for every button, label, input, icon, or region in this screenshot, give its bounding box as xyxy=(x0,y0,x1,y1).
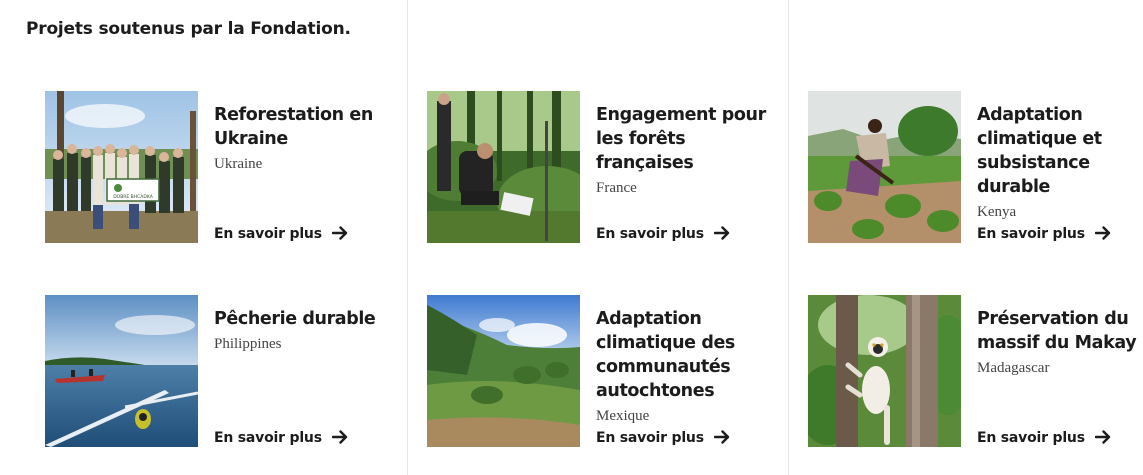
learn-more-link[interactable]: En savoir plus xyxy=(596,430,730,448)
section-title: Projets soutenus par la Fondation. xyxy=(26,19,351,39)
lemur-tree-image xyxy=(808,295,961,447)
hillside-landscape-image xyxy=(427,295,580,447)
learn-more-link[interactable]: En savoir plus xyxy=(214,226,348,244)
project-image-philippines[interactable] xyxy=(45,295,198,447)
project-country: Mexique xyxy=(596,408,650,424)
project-title: Engagement pour les forêts françaises xyxy=(596,105,766,173)
arrow-right-icon xyxy=(331,226,348,244)
banner-text: DOBRE BHCADKA xyxy=(113,194,154,200)
project-card-ukraine: DOBRE BHCADKA Reforestation en Ukraine U… xyxy=(45,91,385,246)
project-image-kenya[interactable] xyxy=(808,91,961,243)
learn-more-link[interactable]: En savoir plus xyxy=(596,226,730,244)
project-title: Pêcherie durable xyxy=(214,309,376,329)
project-title: Adaptation climatique des communautés au… xyxy=(596,309,735,401)
learn-more-link[interactable]: En savoir plus xyxy=(977,226,1111,244)
column-divider xyxy=(788,0,789,475)
arrow-right-icon xyxy=(713,226,730,244)
project-card-kenya: Adaptation climatique et subsistance dur… xyxy=(808,91,1143,246)
learn-more-label: En savoir plus xyxy=(596,226,704,242)
learn-more-link[interactable]: En savoir plus xyxy=(977,430,1111,448)
project-country: Philippines xyxy=(214,336,282,352)
project-title: Préservation du massif du Makay xyxy=(977,309,1137,353)
learn-more-label: En savoir plus xyxy=(214,430,322,446)
project-country: Ukraine xyxy=(214,156,263,172)
learn-more-label: En savoir plus xyxy=(977,430,1085,446)
arrow-right-icon xyxy=(1094,226,1111,244)
learn-more-link[interactable]: En savoir plus xyxy=(214,430,348,448)
group-photo-image: DOBRE BHCADKA xyxy=(45,91,198,243)
learn-more-label: En savoir plus xyxy=(977,226,1085,242)
project-card-france: Engagement pour les forêts françaises Fr… xyxy=(427,91,767,246)
fishing-boat-image xyxy=(45,295,198,447)
project-country: France xyxy=(596,180,637,196)
project-country: Kenya xyxy=(977,204,1017,220)
project-card-mexique: Adaptation climatique des communautés au… xyxy=(427,295,767,450)
project-title: Reforestation en Ukraine xyxy=(214,105,373,149)
project-image-france[interactable] xyxy=(427,91,580,243)
forest-survey-image xyxy=(427,91,580,243)
project-title: Adaptation climatique et subsistance dur… xyxy=(977,105,1102,197)
project-card-philippines: Pêcherie durable Philippines En savoir p… xyxy=(45,295,385,450)
farmer-field-image xyxy=(808,91,961,243)
project-card-madagascar: Préservation du massif du Makay Madagasc… xyxy=(808,295,1143,450)
arrow-right-icon xyxy=(713,430,730,448)
learn-more-label: En savoir plus xyxy=(214,226,322,242)
project-image-mexique[interactable] xyxy=(427,295,580,447)
column-divider xyxy=(407,0,408,475)
learn-more-label: En savoir plus xyxy=(596,430,704,446)
arrow-right-icon xyxy=(331,430,348,448)
project-country: Madagascar xyxy=(977,360,1050,376)
arrow-right-icon xyxy=(1094,430,1111,448)
project-image-ukraine[interactable]: DOBRE BHCADKA xyxy=(45,91,198,243)
project-image-madagascar[interactable] xyxy=(808,295,961,447)
